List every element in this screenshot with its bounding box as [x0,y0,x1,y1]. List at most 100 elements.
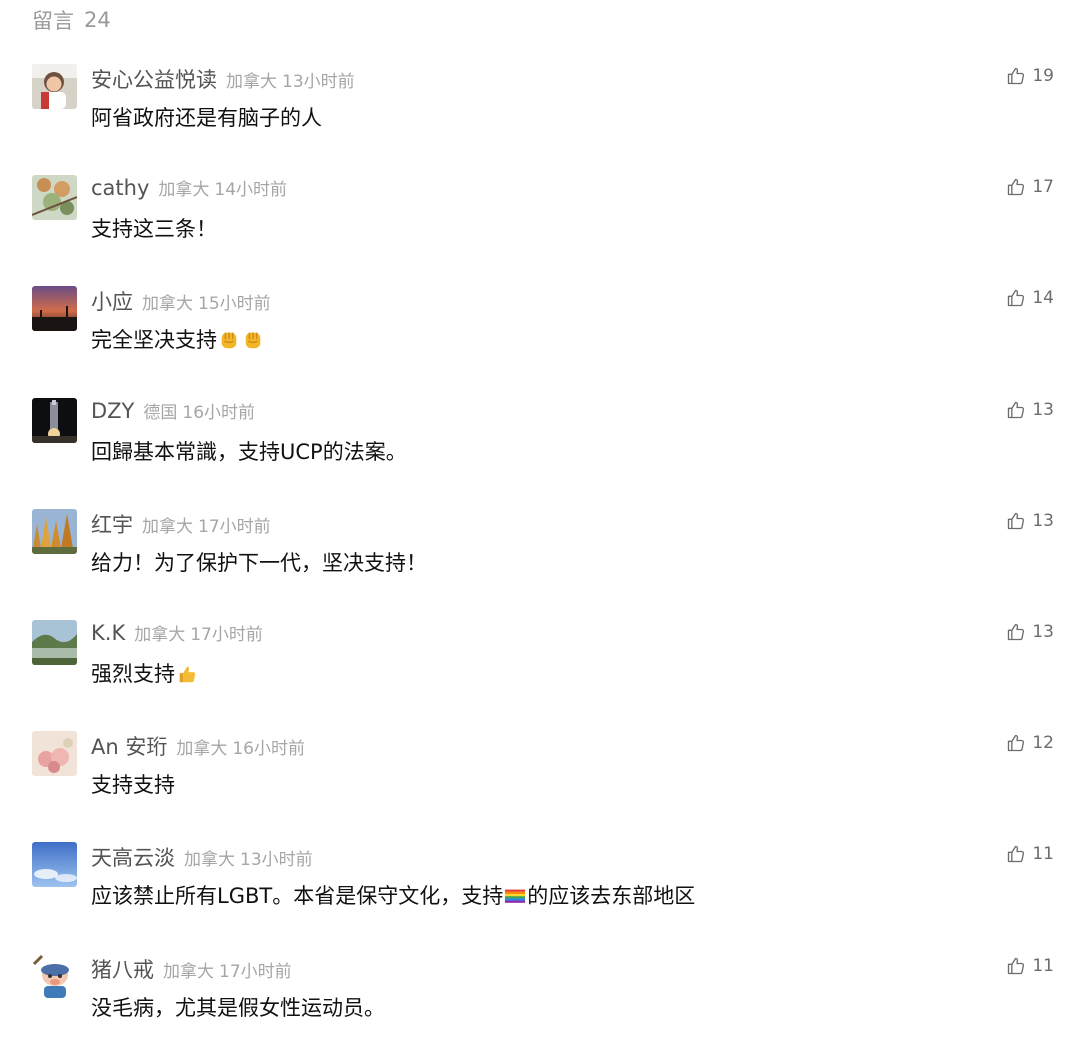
thumbs-up-outline-icon [1006,844,1026,864]
timestamp: 13小时前 [240,850,313,871]
comment-text: 应该禁止所有LGBT。本省是保守文化，支持 的应该去东部地区 [91,880,695,910]
like-button[interactable]: 14 [1006,288,1054,308]
like-count: 13 [1032,510,1054,531]
user-avatar[interactable] [32,397,77,443]
timestamp: 16小时前 [182,402,256,423]
comment-meta: An 安珩 加拿大 16小时前 [91,731,305,761]
region-label: 加拿大 [176,739,228,760]
like-button[interactable]: 19 [1006,66,1054,86]
like-button[interactable]: 17 [1006,177,1054,197]
thumbs-up-outline-icon [1006,622,1026,642]
comment-body: 支持这三条！ [91,217,217,242]
comment-item: cathy 加拿大 14小时前 支持这三条！ 17 [0,169,1080,280]
username[interactable]: 红宇 [91,509,133,539]
like-button[interactable]: 13 [1006,622,1054,642]
like-count: 12 [1032,733,1054,754]
comment-body: 支持支持 [91,773,175,798]
timestamp: 17小时前 [219,961,292,982]
region-label: 加拿大 [163,961,214,982]
comment-item: 小应 加拿大 15小时前 完全坚决支持 14 [0,280,1080,391]
comment-meta: 小应 加拿大 15小时前 [91,286,271,316]
comment-item: An 安珩 加拿大 16小时前 支持支持 12 [0,725,1080,836]
user-avatar[interactable] [32,842,77,888]
thumbs-up-emoji-icon [176,663,198,685]
username[interactable]: An 安珩 [91,731,167,761]
comment-item: 红宇 加拿大 17小时前 给力！为了保护下一代，坚决支持！ 13 [0,503,1080,614]
comments-count: 24 [84,8,111,32]
like-count: 19 [1032,66,1054,86]
raised-fist-emoji-icon [218,329,240,351]
comment-item: 天高云淡 加拿大 13小时前 应该禁止所有LGBT。本省是保守文化，支持 的应该… [0,836,1080,947]
like-button[interactable]: 11 [1006,844,1054,864]
comment-body-part-2: 的应该去东部地区 [527,884,696,909]
comment-body-part-1: 应该禁止所有LGBT。本省是保守文化，支持 [91,884,504,909]
comment-item: 安心公益悦读 加拿大 13小时前 阿省政府还是有脑子的人 19 [0,58,1080,169]
user-avatar[interactable] [32,619,77,665]
timestamp: 17小时前 [198,516,271,537]
user-avatar[interactable] [32,508,77,554]
region-label: 加拿大 [184,850,235,871]
user-avatar[interactable] [32,175,77,221]
comments-title: 留言 [32,9,74,33]
comment-text: 没毛病，尤其是假女性运动员。 [91,992,385,1022]
like-button[interactable]: 11 [1006,956,1054,976]
comment-meta: 天高云淡 加拿大 13小时前 [91,842,313,872]
comment-body: 给力！为了保护下一代，坚决支持！ [91,550,427,575]
comment-body: 阿省政府还是有脑子的人 [91,106,322,130]
comment-body: 回歸基本常識，支持UCP的法案。 [91,439,407,464]
comment-meta: 红宇 加拿大 17小时前 [91,509,271,539]
thumbs-up-outline-icon [1006,733,1026,753]
user-avatar[interactable] [32,286,77,332]
username[interactable]: DZY [91,399,134,423]
like-count: 11 [1032,844,1054,865]
like-button[interactable]: 12 [1006,733,1054,753]
comment-body: 强烈支持 [91,661,175,686]
timestamp: 15小时前 [198,294,271,315]
comment-text: 强烈支持 [91,658,199,688]
comments-header: 留言 24 [32,4,111,36]
username[interactable]: 安心公益悦读 [91,64,217,94]
timestamp: 16小时前 [232,739,305,760]
like-count: 14 [1032,288,1054,309]
comment-meta: DZY 德国 16小时前 [91,398,255,428]
comment-body: 完全坚决支持 [91,328,217,353]
comment-text: 给力！为了保护下一代，坚决支持！ [91,547,427,577]
like-count: 13 [1032,399,1054,420]
like-count: 11 [1032,955,1054,976]
like-count: 17 [1032,177,1054,198]
like-button[interactable]: 13 [1006,400,1054,420]
timestamp: 17小时前 [190,624,263,645]
comment-text: 阿省政府还是有脑子的人 [91,102,322,132]
thumbs-up-outline-icon [1006,177,1026,197]
region-label: 加拿大 [134,624,186,645]
comment-body: 没毛病，尤其是假女性运动员。 [91,995,385,1020]
username[interactable]: cathy [91,176,149,200]
thumbs-up-outline-icon [1006,288,1026,308]
username[interactable]: K.K [91,621,125,645]
comment-text: 回歸基本常識，支持UCP的法案。 [91,436,407,466]
username[interactable]: 小应 [91,286,133,316]
username[interactable]: 猪八戒 [91,954,154,984]
comment-text: 完全坚决支持 [91,324,265,354]
thumbs-up-outline-icon [1006,400,1026,420]
region-label: 德国 [143,402,178,423]
thumbs-up-outline-icon [1006,956,1026,976]
user-avatar[interactable] [32,64,77,109]
rainbow-flag-emoji-icon [504,885,526,907]
thumbs-up-outline-icon [1006,66,1026,86]
raised-fist-emoji-icon [242,329,264,351]
comment-meta: 安心公益悦读 加拿大 13小时前 [91,64,355,94]
like-button[interactable]: 13 [1006,511,1054,531]
comment-text: 支持这三条！ [91,213,217,243]
region-label: 加拿大 [226,72,277,92]
region-label: 加拿大 [158,180,210,201]
user-avatar[interactable] [32,953,77,999]
region-label: 加拿大 [142,516,193,537]
comment-item: DZY 德国 16小时前 回歸基本常識，支持UCP的法案。 13 [0,392,1080,503]
username[interactable]: 天高云淡 [91,842,175,872]
user-avatar[interactable] [32,731,77,777]
thumbs-up-outline-icon [1006,511,1026,531]
comment-list: 安心公益悦读 加拿大 13小时前 阿省政府还是有脑子的人 19 cathy 加拿… [0,58,1080,1059]
timestamp: 13小时前 [282,72,355,92]
comment-item: 猪八戒 加拿大 17小时前 没毛病，尤其是假女性运动员。 11 [0,948,1080,1059]
